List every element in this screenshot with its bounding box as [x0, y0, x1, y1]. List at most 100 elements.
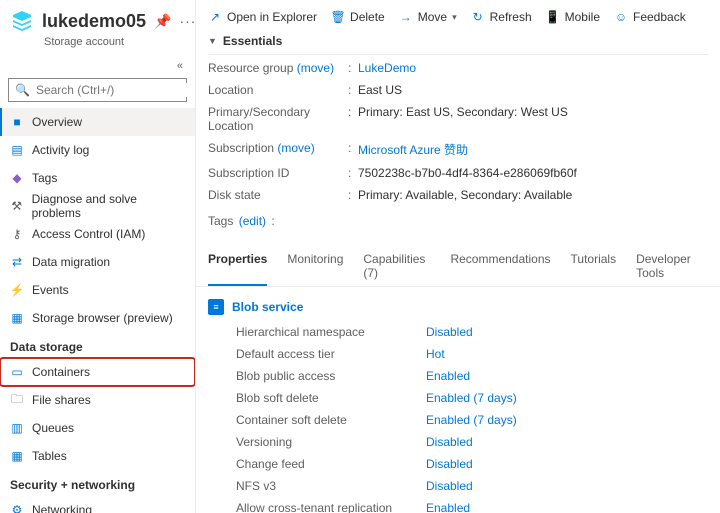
nav-item-label: Access Control (IAM) — [32, 227, 145, 241]
essentials-section: ▼ Essentials — [208, 30, 708, 55]
sidebar-search[interactable]: 🔍 — [8, 78, 187, 102]
sidebar-item[interactable]: ⚡Events — [0, 276, 195, 304]
tab[interactable]: Recommendations — [450, 246, 550, 286]
nav-item-icon: ◆ — [10, 171, 24, 185]
property-value[interactable]: Enabled — [426, 501, 470, 513]
kv-separator: : — [348, 61, 358, 75]
toolbar-button[interactable]: ☺Feedback — [614, 10, 686, 24]
nav-item-icon: ■ — [10, 115, 24, 129]
toolbar-icon: ↻ — [471, 10, 485, 24]
toolbar-icon: ☺ — [614, 10, 628, 24]
sidebar-item[interactable]: ⚒Diagnose and solve problems — [0, 192, 195, 220]
search-icon: 🔍 — [15, 83, 30, 97]
sidebar: lukedemo05 📌 ··· Storage account « 🔍 ■Ov… — [0, 0, 196, 513]
property-key: Container soft delete — [236, 413, 426, 427]
nav-item-label: File shares — [32, 393, 91, 407]
property-key: Change feed — [236, 457, 426, 471]
property-row: VersioningDisabled — [208, 431, 708, 453]
toolbar-label: Mobile — [565, 10, 600, 24]
property-key: NFS v3 — [236, 479, 426, 493]
collapse-sidebar-icon[interactable]: « — [173, 58, 187, 74]
tags-label: Tags — [208, 214, 233, 228]
sidebar-item[interactable]: ⚷ Access Control (IAM) — [0, 220, 195, 248]
blob-service-title: Blob service — [232, 300, 303, 314]
property-key: Allow cross-tenant replication — [236, 501, 426, 513]
property-value[interactable]: Enabled — [426, 369, 470, 383]
tab[interactable]: Developer Tools — [636, 246, 708, 286]
toolbar-button[interactable]: ↻Refresh — [471, 10, 532, 24]
sidebar-item[interactable]: ▤Activity log — [0, 136, 195, 164]
toolbar-button[interactable]: ↗ Open in Explorer — [208, 10, 317, 24]
essentials-value[interactable]: LukeDemo — [358, 61, 416, 75]
essentials-key: Subscription ID — [208, 166, 348, 180]
property-row: Container soft deleteEnabled (7 days) — [208, 409, 708, 431]
essentials-value: 7502238c-b7b0-4df4-8364-e286069fb60f — [358, 166, 577, 180]
tags-edit-link[interactable]: (edit) — [239, 214, 266, 228]
sidebar-item[interactable]: ⚙Networking — [0, 496, 195, 513]
property-value[interactable]: Disabled — [426, 457, 473, 471]
blob-service-properties: Hierarchical namespaceDisabledDefault ac… — [208, 321, 708, 513]
essentials-row: Location:East US — [208, 79, 708, 101]
tab[interactable]: Monitoring — [287, 246, 343, 286]
essentials-row: Subscription ID:7502238c-b7b0-4df4-8364-… — [208, 162, 708, 184]
essentials-value[interactable]: Microsoft Azure 赞助 — [358, 141, 468, 158]
tags-row: Tags (edit) : — [208, 210, 708, 232]
blob-service-header[interactable]: ≡ Blob service — [208, 299, 708, 315]
property-value[interactable]: Disabled — [426, 479, 473, 493]
search-input[interactable] — [36, 83, 191, 97]
nav-item-icon: ▭ — [10, 365, 24, 379]
resource-header: lukedemo05 📌 ··· — [0, 0, 195, 36]
essentials-row: Resource group (move):LukeDemo — [208, 57, 708, 79]
more-actions-icon[interactable]: ··· — [179, 13, 196, 29]
sidebar-item[interactable]: ▭Containers — [0, 358, 195, 386]
property-key: Versioning — [236, 435, 426, 449]
essentials-key: Resource group (move) — [208, 61, 348, 75]
toolbar-button[interactable]: 📱 Mobile — [546, 10, 600, 24]
command-toolbar: ↗ Open in Explorer 🗑Delete →Move▾ ↻Refresh 📱 M… — [196, 0, 720, 30]
nav-item-icon: ⚷ — [10, 227, 24, 241]
tab[interactable]: Tutorials — [571, 246, 617, 286]
sidebar-item[interactable]: ▦Storage browser (preview) — [0, 304, 195, 332]
sidebar-item[interactable]: ◆Tags — [0, 164, 195, 192]
toolbar-icon: ↗ — [208, 10, 222, 24]
sidebar-item[interactable]: 🗀File shares — [0, 386, 195, 414]
toolbar-label: Move — [418, 10, 447, 24]
toolbar-button[interactable]: →Move▾ — [399, 10, 457, 24]
sidebar-item[interactable]: ▥Queues — [0, 414, 195, 442]
property-key: Hierarchical namespace — [236, 325, 426, 339]
property-row: NFS v3Disabled — [208, 475, 708, 497]
nav-item-label: Tables — [32, 449, 67, 463]
toolbar-label: Open in Explorer — [227, 10, 317, 24]
property-value[interactable]: Disabled — [426, 325, 473, 339]
nav-item-label: Queues — [32, 421, 74, 435]
property-value[interactable]: Hot — [426, 347, 445, 361]
sidebar-nav: ■Overview▤Activity log◆Tags⚒Diagnose and… — [0, 108, 195, 513]
move-link[interactable]: (move) — [293, 61, 334, 75]
tab[interactable]: Properties — [208, 246, 267, 286]
essentials-toggle[interactable]: ▼ Essentials — [208, 34, 708, 48]
property-key: Blob public access — [236, 369, 426, 383]
essentials-row: Disk state:Primary: Available, Secondary… — [208, 184, 708, 206]
nav-item-label: Events — [32, 283, 69, 297]
property-value[interactable]: Disabled — [426, 435, 473, 449]
toolbar-icon: 📱 — [546, 10, 560, 24]
sidebar-item[interactable]: ▦ Tables — [0, 442, 195, 470]
property-value[interactable]: Enabled (7 days) — [426, 391, 517, 405]
property-key: Blob soft delete — [236, 391, 426, 405]
essentials-value: East US — [358, 83, 402, 97]
tags-separator: : — [271, 214, 274, 228]
tab[interactable]: Capabilities (7) — [363, 246, 430, 286]
property-value[interactable]: Enabled (7 days) — [426, 413, 517, 427]
sidebar-item[interactable]: ⇄Data migration — [0, 248, 195, 276]
essentials-value: Primary: Available, Secondary: Available — [358, 188, 572, 202]
toolbar-label: Delete — [350, 10, 385, 24]
sidebar-item[interactable]: ■Overview — [0, 108, 195, 136]
nav-item-icon: ⚙ — [10, 503, 24, 513]
pin-icon[interactable]: 📌 — [154, 13, 171, 30]
nav-item-label: Storage browser (preview) — [32, 311, 173, 325]
blob-service-icon: ≡ — [208, 299, 224, 315]
nav-item-icon: ▤ — [10, 143, 24, 157]
toolbar-button[interactable]: 🗑Delete — [331, 10, 385, 24]
move-link[interactable]: (move) — [274, 141, 315, 155]
nav-item-icon: ▦ — [10, 449, 24, 463]
